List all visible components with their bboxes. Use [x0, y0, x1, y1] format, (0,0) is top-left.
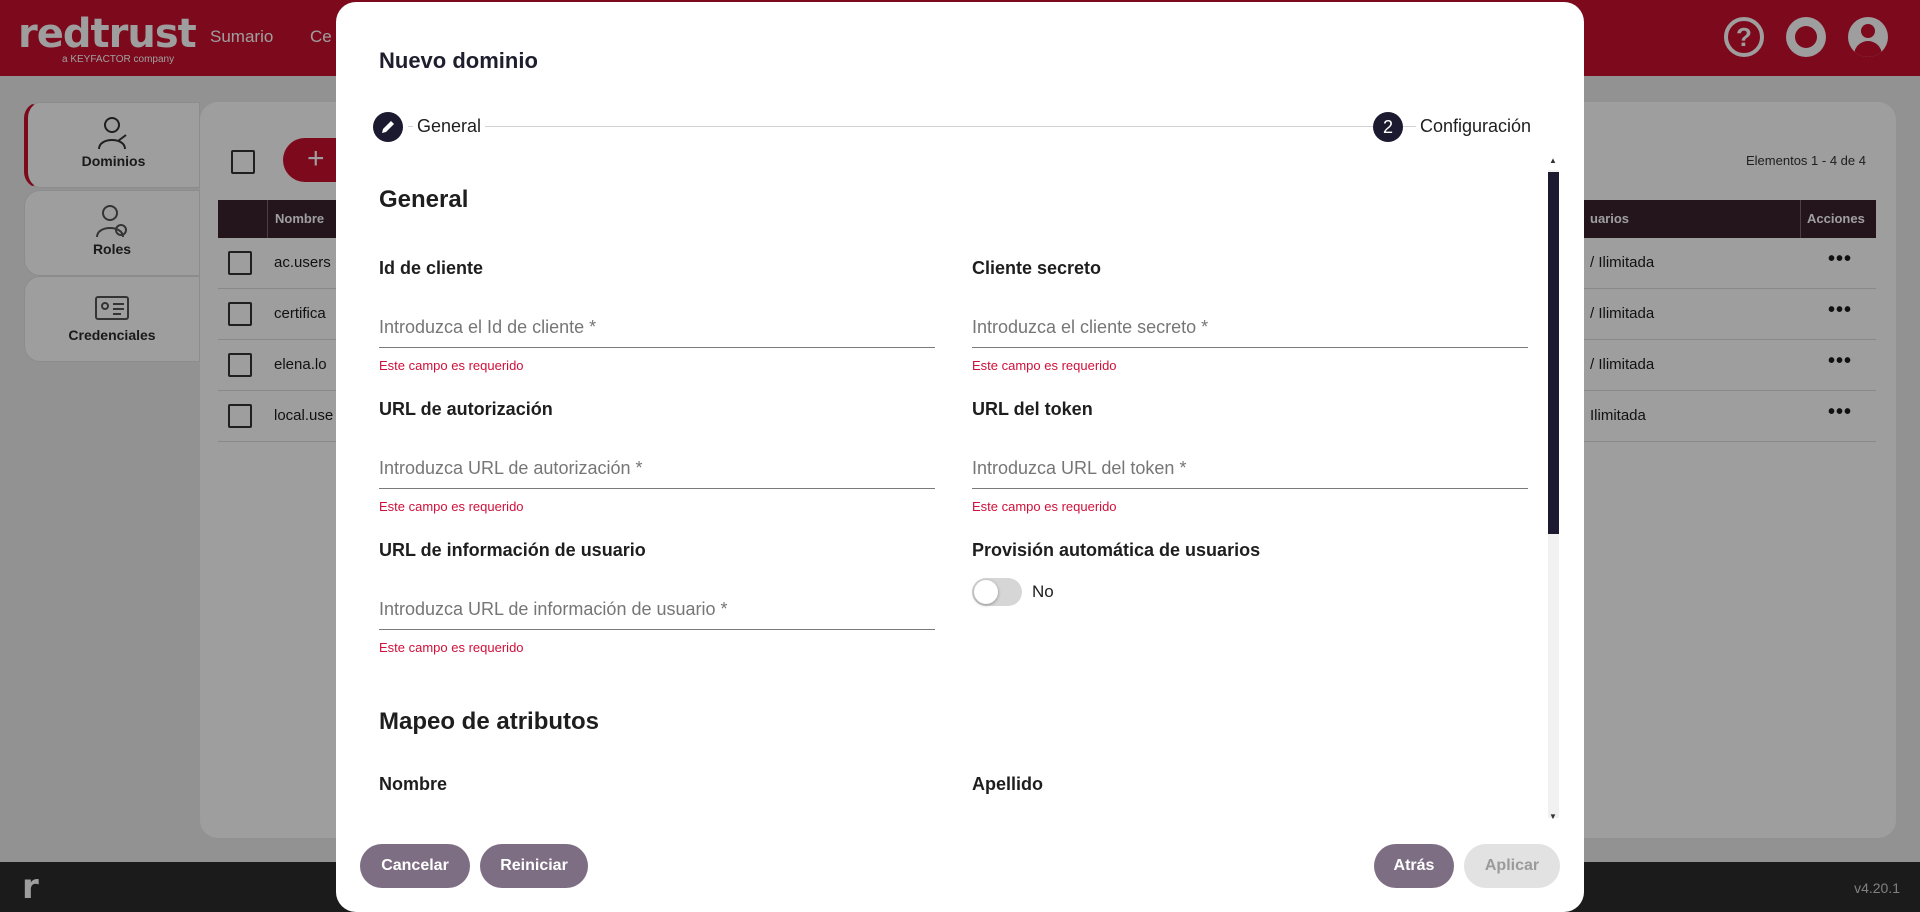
last-name-label: Apellido	[972, 774, 1043, 794]
dialog-title: Nuevo dominio	[379, 48, 538, 73]
dialog-scroll-content[interactable]: General Id de cliente Este campo es requ…	[336, 162, 1584, 822]
client-id-error: Este campo es requerido	[379, 358, 524, 373]
auto-provision-toggle[interactable]	[972, 578, 1022, 606]
step-config-indicator[interactable]: 2	[1373, 112, 1403, 142]
new-domain-dialog: Nuevo dominio General 2 Configuración Ge…	[336, 2, 1584, 912]
apply-button[interactable]: Aplicar	[1464, 844, 1560, 888]
step-general-indicator[interactable]	[373, 112, 403, 142]
client-secret-input[interactable]	[972, 308, 1528, 348]
cancel-button[interactable]: Cancelar	[360, 844, 470, 888]
auth-url-input[interactable]	[379, 449, 935, 489]
section-title-attribute-mapping: Mapeo de atributos	[379, 708, 600, 735]
client-secret-error: Este campo es requerido	[972, 358, 1117, 373]
token-url-input[interactable]	[972, 449, 1528, 489]
client-id-label: Id de cliente	[379, 258, 484, 278]
step-config-label[interactable]: Configuración	[1416, 116, 1536, 137]
userinfo-url-label: URL de información de usuario	[379, 540, 646, 560]
step-general-label[interactable]: General	[413, 116, 486, 137]
auto-provision-label: Provisión automática de usuarios	[972, 540, 1261, 560]
auth-url-label: URL de autorización	[379, 399, 553, 419]
token-url-error: Este campo es requerido	[972, 499, 1117, 514]
dialog-scrollbar[interactable]	[1548, 170, 1559, 818]
auth-url-error: Este campo es requerido	[379, 499, 524, 514]
scrollbar-thumb[interactable]	[1548, 172, 1559, 534]
back-button[interactable]: Atrás	[1374, 844, 1454, 888]
first-name-label: Nombre	[379, 774, 448, 794]
toggle-knob	[974, 580, 998, 604]
client-secret-label: Cliente secreto	[972, 258, 1102, 278]
userinfo-url-input[interactable]	[379, 590, 935, 630]
section-title-general: General	[379, 186, 469, 213]
auto-provision-state: No	[1032, 582, 1054, 601]
scroll-down-arrow-icon[interactable]: ▼	[1549, 812, 1557, 821]
reset-button[interactable]: Reiniciar	[480, 844, 588, 888]
token-url-label: URL del token	[972, 399, 1093, 419]
scroll-up-arrow-icon[interactable]: ▲	[1549, 156, 1557, 165]
client-id-input[interactable]	[379, 308, 935, 348]
userinfo-url-error: Este campo es requerido	[379, 640, 524, 655]
stepper-connector	[408, 126, 1446, 127]
pencil-icon	[382, 121, 394, 133]
